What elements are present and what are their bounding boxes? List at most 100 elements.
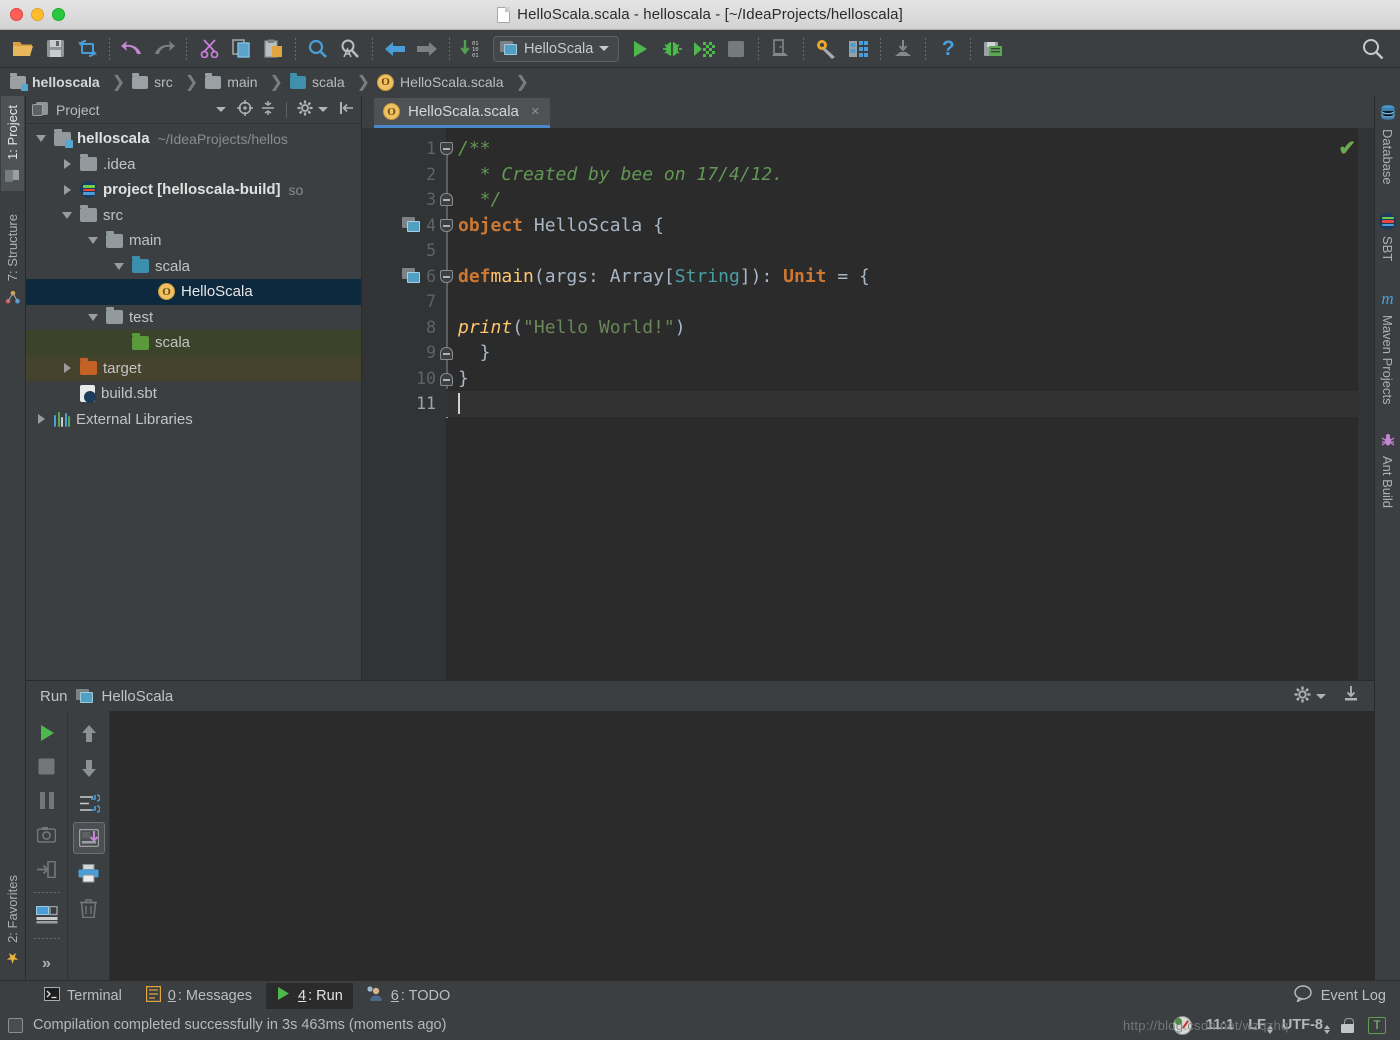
bottom-tab-terminal[interactable]: Terminal bbox=[34, 983, 132, 1009]
twisty-closed-icon[interactable] bbox=[34, 412, 48, 426]
open-project-icon[interactable] bbox=[8, 34, 38, 64]
back-icon[interactable] bbox=[380, 34, 410, 64]
tree-row-scala-main[interactable]: scala bbox=[26, 254, 361, 280]
soft-wrap-button[interactable] bbox=[73, 787, 105, 819]
chevron-down-icon[interactable] bbox=[1316, 693, 1326, 699]
marker-gutter[interactable] bbox=[1358, 128, 1374, 680]
run-gutter-icon[interactable] bbox=[402, 267, 421, 284]
editor-tab-helloscala[interactable]: O HelloScala.scala × bbox=[374, 98, 550, 128]
run-window-config-name[interactable]: HelloScala bbox=[102, 688, 174, 705]
close-icon[interactable]: × bbox=[531, 103, 540, 120]
tree-row-helloscala-object[interactable]: O HelloScala bbox=[26, 279, 361, 305]
breadcrumb-item-scala[interactable]: scala ❯ bbox=[289, 72, 377, 92]
tree-row-main[interactable]: main bbox=[26, 228, 361, 254]
cut-icon[interactable] bbox=[194, 34, 224, 64]
bottom-tab-messages[interactable]: 0 : Messages bbox=[136, 983, 262, 1009]
breadcrumb-item-helloscala[interactable]: helloscala ❯ bbox=[10, 72, 132, 92]
run-configuration-selector[interactable]: HelloScala bbox=[493, 35, 620, 62]
lock-icon[interactable] bbox=[1341, 1017, 1354, 1033]
expand-toolbar-button[interactable]: » bbox=[31, 949, 63, 980]
sidebar-item-favorites[interactable]: ★ 2: Favorites bbox=[1, 866, 24, 976]
hide-panel-icon[interactable] bbox=[1342, 685, 1360, 707]
twisty-closed-icon[interactable] bbox=[60, 183, 74, 197]
encoding[interactable]: UTF-8 bbox=[1282, 1017, 1331, 1034]
sidebar-item-database[interactable]: Database bbox=[1376, 96, 1399, 194]
twisty-closed-icon[interactable] bbox=[60, 157, 74, 171]
locate-file-icon[interactable] bbox=[237, 100, 253, 119]
bottom-tab-run[interactable]: 4 : Run bbox=[266, 982, 353, 1009]
twisty-open-icon[interactable] bbox=[112, 259, 126, 273]
pause-button[interactable] bbox=[31, 785, 63, 816]
bottom-tab-todo[interactable]: 6 : TODO bbox=[357, 983, 461, 1009]
project-structure-icon[interactable] bbox=[843, 34, 873, 64]
paste-icon[interactable] bbox=[258, 34, 288, 64]
run-gutter-icon[interactable] bbox=[402, 216, 421, 233]
compile-icon[interactable]: 01 10 01 bbox=[457, 34, 487, 64]
status-toggle-icon[interactable] bbox=[8, 1017, 23, 1033]
tree-row-external-libraries[interactable]: External Libraries bbox=[26, 407, 361, 433]
down-stacktrace-button[interactable] bbox=[73, 752, 105, 784]
search-everywhere-icon[interactable] bbox=[1358, 34, 1388, 64]
sidebar-item-project[interactable]: 1: Project bbox=[1, 96, 24, 191]
clear-all-button[interactable] bbox=[73, 892, 105, 924]
tree-row-scala-test[interactable]: scala bbox=[26, 330, 361, 356]
sidebar-item-structure[interactable]: 7: Structure bbox=[1, 205, 24, 313]
settings-icon[interactable] bbox=[811, 34, 841, 64]
twisty-open-icon[interactable] bbox=[60, 208, 74, 222]
code-content[interactable]: /** * Created by bee on 17/4/12. */ obje… bbox=[446, 128, 1358, 680]
tree-row-helloscala[interactable]: helloscala ~/IdeaProjects/hellos bbox=[26, 126, 361, 152]
chevron-down-icon[interactable] bbox=[318, 107, 328, 112]
run-coverage-icon[interactable] bbox=[689, 34, 719, 64]
rerun-button[interactable] bbox=[31, 717, 63, 748]
sidebar-item-maven[interactable]: m Maven Projects bbox=[1376, 280, 1399, 414]
twisty-open-icon[interactable] bbox=[86, 234, 100, 248]
chevron-down-icon[interactable] bbox=[216, 107, 226, 112]
forward-icon[interactable] bbox=[412, 34, 442, 64]
editor-gutter[interactable]: 1 2 3 4 5 6 7 8 9 10 11 bbox=[362, 128, 446, 680]
sidebar-item-ant[interactable]: Ant Build bbox=[1376, 424, 1399, 517]
breadcrumb-item-file[interactable]: O HelloScala.scala ❯ bbox=[377, 72, 536, 92]
tree-row-build-sbt[interactable]: build.sbt bbox=[26, 381, 361, 407]
restore-layout-button[interactable] bbox=[31, 900, 63, 931]
tree-row-target[interactable]: target bbox=[26, 355, 361, 381]
redo-icon[interactable] bbox=[149, 34, 179, 64]
project-tree[interactable]: helloscala ~/IdeaProjects/hellos .idea p… bbox=[26, 124, 361, 680]
help-icon[interactable]: ? bbox=[933, 34, 963, 64]
breadcrumb-item-main[interactable]: main ❯ bbox=[205, 72, 290, 92]
run-console-output[interactable] bbox=[110, 711, 1374, 980]
gear-icon[interactable] bbox=[1294, 686, 1311, 707]
breadcrumb-item-src[interactable]: src ❯ bbox=[132, 72, 205, 92]
indent-badge[interactable]: T bbox=[1368, 1016, 1386, 1034]
twisty-open-icon[interactable] bbox=[34, 132, 48, 146]
tree-row-idea[interactable]: .idea bbox=[26, 152, 361, 178]
chevron-down-icon[interactable] bbox=[599, 46, 610, 51]
tree-row-test[interactable]: test bbox=[26, 305, 361, 331]
hide-panel-icon[interactable] bbox=[339, 100, 355, 119]
tree-row-src[interactable]: src bbox=[26, 203, 361, 229]
gear-icon[interactable] bbox=[297, 100, 313, 119]
scroll-to-end-button[interactable] bbox=[72, 822, 105, 854]
inspection-status-icon[interactable]: ✔ bbox=[1338, 136, 1356, 161]
event-log-button[interactable]: Event Log bbox=[1293, 985, 1400, 1006]
up-stacktrace-button[interactable] bbox=[73, 717, 105, 749]
tree-row-project-build[interactable]: project [helloscala-build] so bbox=[26, 177, 361, 203]
install-icon[interactable] bbox=[888, 34, 918, 64]
stop-button[interactable] bbox=[31, 751, 63, 782]
find-icon[interactable] bbox=[303, 34, 333, 64]
dump-threads-button[interactable] bbox=[31, 819, 63, 850]
exit-button[interactable] bbox=[31, 854, 63, 885]
stop-icon[interactable] bbox=[721, 34, 751, 64]
copy-icon[interactable] bbox=[226, 34, 256, 64]
synchronize-icon[interactable] bbox=[72, 34, 102, 64]
twisty-closed-icon[interactable] bbox=[60, 361, 74, 375]
replace-icon[interactable] bbox=[335, 34, 365, 64]
collapse-all-icon[interactable] bbox=[260, 100, 276, 119]
save-all-icon[interactable] bbox=[40, 34, 70, 64]
sbt-refresh-icon[interactable] bbox=[978, 34, 1008, 64]
sidebar-item-sbt[interactable]: SBT bbox=[1375, 204, 1400, 270]
twisty-open-icon[interactable] bbox=[86, 310, 100, 324]
run-icon[interactable] bbox=[625, 34, 655, 64]
debug-icon[interactable] bbox=[657, 34, 687, 64]
undo-icon[interactable] bbox=[117, 34, 147, 64]
update-app-icon[interactable] bbox=[766, 34, 796, 64]
